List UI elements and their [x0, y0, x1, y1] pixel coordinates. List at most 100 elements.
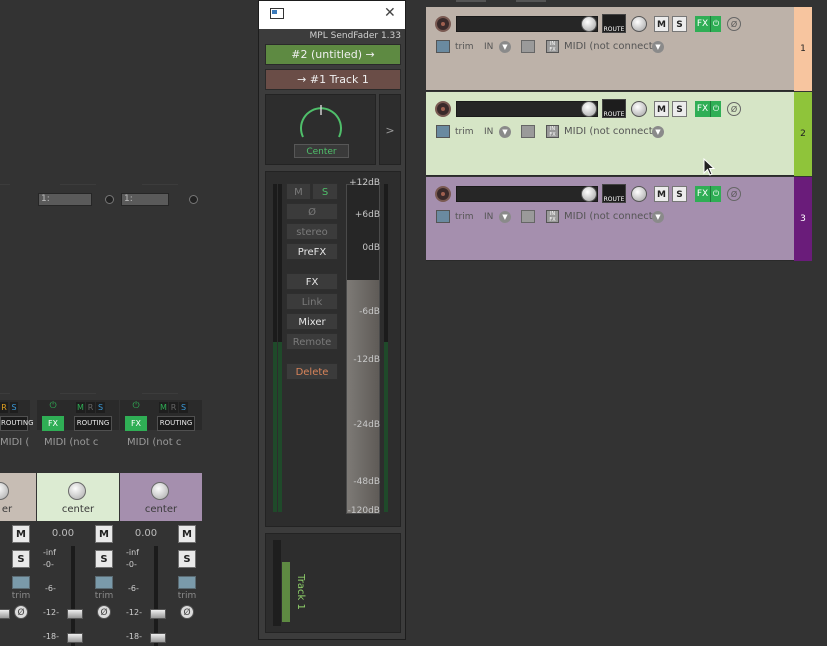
track-number[interactable]: 1	[794, 7, 812, 91]
routing-button[interactable]: ROUTING	[157, 416, 195, 431]
solo-button[interactable]: S	[95, 550, 113, 568]
track-name-field[interactable]	[456, 101, 598, 117]
route-button[interactable]: ROUTE	[602, 14, 626, 33]
solo-label[interactable]: S	[10, 402, 18, 413]
track-row[interactable]: ROUTE M S FX ⏻ Ø trim IN ▼ IN FX MIDI (n…	[426, 7, 794, 91]
send-solo-button[interactable]: S	[312, 183, 338, 200]
stereo-button[interactable]: stereo	[286, 223, 338, 240]
midi-input-label[interactable]: MIDI (not c	[44, 436, 114, 450]
solo-button[interactable]: S	[672, 186, 687, 202]
fx-bypass-icon[interactable]: ⏻	[710, 186, 721, 202]
fx-button[interactable]: FX	[42, 416, 64, 431]
volume-knob-icon[interactable]	[581, 16, 597, 32]
trim-icon[interactable]	[95, 576, 113, 589]
volume-fader[interactable]	[0, 609, 10, 619]
midi-input-icon[interactable]: IN FX	[546, 125, 559, 138]
mute-button[interactable]: M	[654, 16, 669, 32]
input-selector[interactable]: 1:	[38, 193, 92, 206]
volume-fader[interactable]	[67, 633, 83, 643]
fx-bypass-icon[interactable]: ⏻	[710, 16, 721, 32]
monitor-icon[interactable]	[521, 210, 535, 223]
pan-knob-icon[interactable]	[294, 101, 348, 143]
pan-knob-icon[interactable]	[68, 482, 86, 500]
monitor-icon[interactable]	[521, 40, 535, 53]
monitor-icon[interactable]	[521, 125, 535, 138]
input-knob-icon[interactable]	[189, 195, 198, 204]
phase-icon[interactable]: Ø	[727, 187, 741, 201]
record-label[interactable]: R	[86, 402, 95, 413]
solo-button[interactable]: S	[178, 550, 196, 568]
midi-input-label[interactable]: MIDI (not c	[0, 436, 30, 450]
volume-knob-icon[interactable]	[581, 101, 597, 117]
volume-fader[interactable]	[150, 633, 166, 643]
mixer-button[interactable]: Mixer	[286, 313, 338, 330]
record-arm-icon[interactable]	[435, 101, 451, 117]
record-label[interactable]: R	[169, 402, 178, 413]
fx-power-icon[interactable]: ⏻	[125, 401, 147, 412]
record-label[interactable]: R	[0, 402, 8, 413]
dest-track-selector[interactable]: → #1 Track 1	[265, 69, 401, 90]
record-arm-icon[interactable]	[435, 16, 451, 32]
phase-icon[interactable]: Ø	[14, 605, 28, 619]
fx-bypass-icon[interactable]: ⏻	[710, 101, 721, 117]
track-number[interactable]: 3	[794, 177, 812, 261]
mute-button[interactable]: M	[95, 525, 113, 543]
pan-knob-icon[interactable]	[631, 101, 647, 117]
remote-button[interactable]: Remote	[286, 333, 338, 350]
volume-fader[interactable]	[150, 609, 166, 619]
close-icon[interactable]: ✕	[384, 5, 396, 21]
trim-icon[interactable]	[12, 576, 30, 589]
solo-button[interactable]: S	[672, 101, 687, 117]
trim-icon[interactable]	[178, 576, 196, 589]
input-selector[interactable]: 1:	[121, 193, 169, 206]
input-label[interactable]: IN	[484, 125, 493, 139]
phase-icon[interactable]: Ø	[727, 102, 741, 116]
track-row[interactable]: ROUTE M S FX ⏻ Ø trim IN ▼ IN FX MIDI (n…	[426, 177, 794, 261]
mute-button[interactable]: M	[654, 101, 669, 117]
track-name-field[interactable]	[456, 16, 598, 32]
fx-power-icon[interactable]: ⏻	[42, 401, 64, 412]
fx-button[interactable]: FX	[286, 273, 338, 290]
solo-button[interactable]: S	[672, 16, 687, 32]
chevron-down-icon[interactable]: ▼	[499, 41, 511, 53]
routing-button[interactable]: ROUTING	[0, 416, 34, 431]
phase-button[interactable]: Ø	[286, 203, 338, 220]
route-button[interactable]: ROUTE	[602, 184, 626, 203]
source-track-selector[interactable]: #2 (untitled) →	[265, 44, 401, 65]
envelope-icon[interactable]	[436, 125, 450, 138]
phase-icon[interactable]: Ø	[180, 605, 194, 619]
track-name-field[interactable]	[456, 186, 598, 202]
volume-fader[interactable]	[67, 609, 83, 619]
input-knob-icon[interactable]	[105, 195, 114, 204]
mute-button[interactable]: M	[178, 525, 196, 543]
chevron-down-icon[interactable]: ▼	[652, 41, 664, 53]
fx-button[interactable]: FX	[125, 416, 147, 431]
prefx-button[interactable]: PreFX	[286, 243, 338, 260]
solo-label[interactable]: S	[179, 402, 188, 413]
record-arm-icon[interactable]	[435, 186, 451, 202]
expand-arrow-button[interactable]: >	[379, 94, 401, 165]
fx-button[interactable]: FX	[695, 101, 710, 117]
chevron-down-icon[interactable]: ▼	[652, 126, 664, 138]
pan-knob-icon[interactable]	[631, 186, 647, 202]
window-titlebar[interactable]: ✕	[259, 1, 405, 29]
chevron-down-icon[interactable]: ▼	[499, 126, 511, 138]
mute-button[interactable]: M	[654, 186, 669, 202]
pan-knob-icon[interactable]	[631, 16, 647, 32]
chevron-down-icon[interactable]: ▼	[499, 211, 511, 223]
midi-input-icon[interactable]: IN FX	[546, 210, 559, 223]
fx-button[interactable]: FX	[695, 16, 710, 32]
solo-label[interactable]: S	[96, 402, 105, 413]
track-number[interactable]: 2	[794, 92, 812, 176]
midi-input-icon[interactable]: IN FX	[546, 40, 559, 53]
mute-button[interactable]: M	[12, 525, 30, 543]
pan-knob-icon[interactable]	[0, 482, 9, 500]
midi-input-label[interactable]: MIDI (not c	[127, 436, 197, 450]
route-button[interactable]: ROUTE	[602, 99, 626, 118]
phase-icon[interactable]: Ø	[727, 17, 741, 31]
fx-button[interactable]: FX	[695, 186, 710, 202]
envelope-icon[interactable]	[436, 210, 450, 223]
midi-input-label[interactable]: MIDI (not connecte	[564, 40, 659, 54]
send-mute-button[interactable]: M	[286, 183, 311, 200]
monitor-label[interactable]: M	[159, 402, 168, 413]
